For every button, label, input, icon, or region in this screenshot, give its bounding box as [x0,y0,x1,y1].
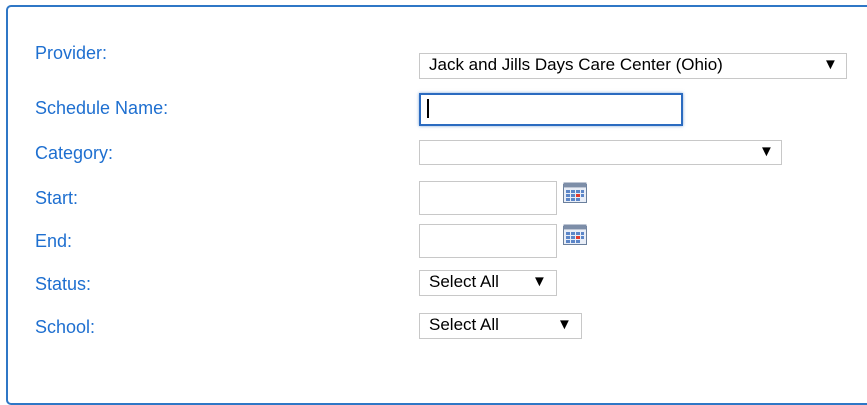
status-select[interactable]: Select All ▼ [419,270,557,296]
provider-label: Provider: [35,43,108,63]
category-label: Category: [35,143,114,163]
schedule-name-input[interactable] [419,93,683,126]
school-select-value: Select All [429,315,499,334]
calendar-icon[interactable] [563,224,587,245]
schedule-name-label: Schedule Name: [35,98,169,118]
chevron-down-icon: ▼ [823,56,838,73]
chevron-down-icon: ▼ [759,143,774,160]
provider-select-value: Jack and Jills Days Care Center (Ohio) [429,55,723,74]
start-label: Start: [35,188,79,208]
chevron-down-icon: ▼ [532,273,547,290]
start-date-input[interactable] [419,181,557,215]
provider-select[interactable]: Jack and Jills Days Care Center (Ohio) ▼ [419,53,847,79]
status-label: Status: [35,274,92,294]
calendar-icon[interactable] [563,182,587,203]
school-select[interactable]: Select All ▼ [419,313,582,339]
text-caret [427,99,429,118]
chevron-down-icon: ▼ [557,316,572,333]
end-date-input[interactable] [419,224,557,258]
status-select-value: Select All [429,272,499,291]
category-select[interactable]: ▼ [419,140,782,165]
end-label: End: [35,231,73,251]
school-label: School: [35,317,96,337]
